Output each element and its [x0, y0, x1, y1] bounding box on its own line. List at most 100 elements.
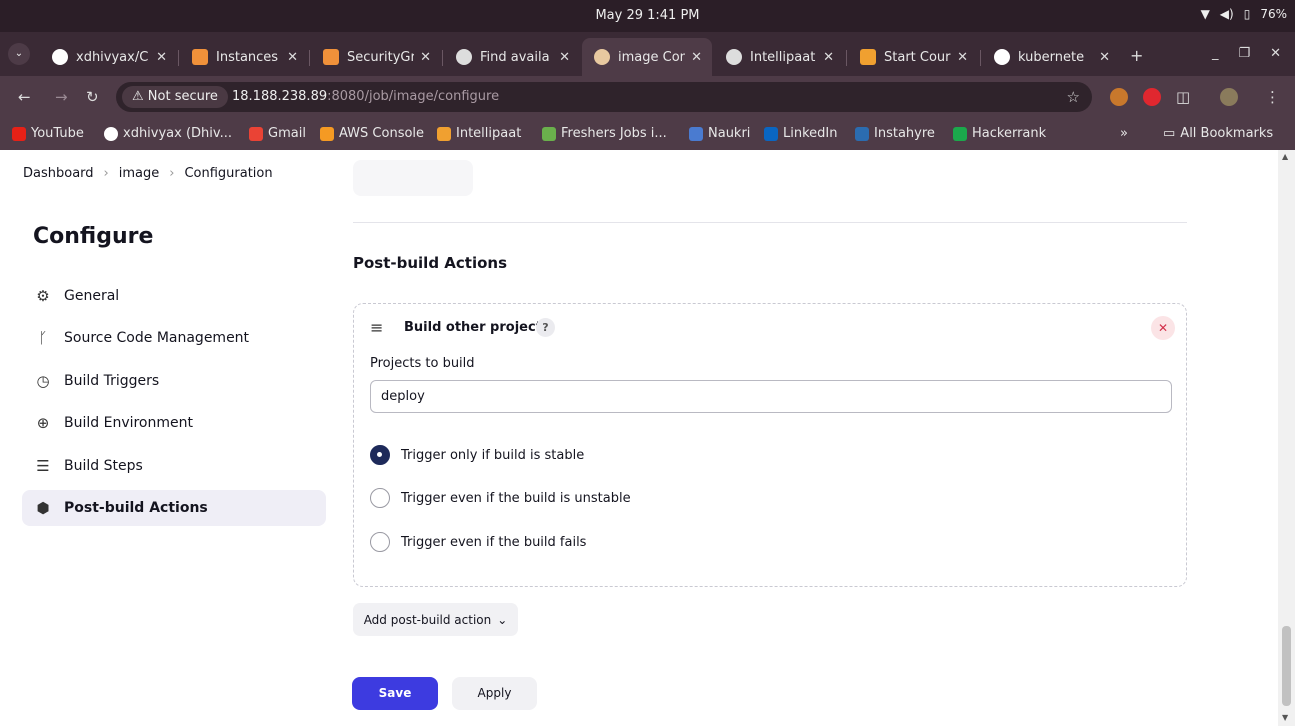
intellipaat-icon	[860, 49, 876, 65]
save-button[interactable]: Save	[352, 677, 438, 710]
bookmark-freshers-jobs[interactable]: Freshers Jobs i...	[542, 126, 667, 141]
tab-image-config[interactable]: image Con ✕	[582, 38, 712, 76]
naukri-icon	[689, 126, 703, 141]
new-tab-button[interactable]: +	[1130, 46, 1143, 65]
sidebar-item-build-environment[interactable]: ⊕ Build Environment	[22, 405, 326, 441]
not-secure-badge[interactable]: ⚠ Not secure	[122, 86, 228, 108]
instahyre-icon	[855, 126, 869, 141]
os-status-area[interactable]: ▼ ◀) ▯ 76%	[1201, 7, 1287, 21]
restore-icon[interactable]: ❐	[1238, 46, 1250, 61]
close-icon[interactable]: ✕	[420, 50, 431, 65]
breadcrumb-dashboard[interactable]: Dashboard	[23, 166, 94, 181]
close-icon[interactable]: ✕	[287, 50, 298, 65]
sidebar-item-build-triggers[interactable]: ◷ Build Triggers	[22, 363, 326, 399]
window-close-icon[interactable]: ✕	[1270, 46, 1281, 61]
close-icon[interactable]: ✕	[823, 50, 834, 65]
tab-search-icon[interactable]: ⌄	[8, 43, 30, 65]
address-bar[interactable]: ⚠ Not secure 18.188.238.89:8080/job/imag…	[116, 82, 1092, 112]
folder-icon: ▭	[1163, 126, 1176, 141]
build-other-projects-card: ≡ Build other projects ? ✕ Projects to b…	[353, 303, 1187, 587]
extensions-puzzle-icon[interactable]: ◫	[1176, 88, 1190, 106]
chevron-right-icon: ›	[169, 166, 175, 181]
tab-security-groups[interactable]: SecurityGr ✕	[311, 38, 441, 76]
sidebar-item-source-code-management[interactable]: ᚴ Source Code Management	[22, 320, 326, 356]
tab-intellipaat[interactable]: Intellipaat ✕	[714, 38, 844, 76]
tab-github-repo[interactable]: xdhivyax/C ✕	[40, 38, 177, 76]
minimize-icon[interactable]: _	[1212, 46, 1219, 61]
sidebar-item-post-build-actions[interactable]: ⬢ Post-build Actions	[22, 490, 326, 526]
scroll-up-icon[interactable]: ▲	[1282, 152, 1288, 161]
bookmark-instahyre[interactable]: Instahyre	[855, 126, 935, 141]
close-icon[interactable]: ✕	[156, 50, 167, 65]
radio-trigger-stable[interactable]: Trigger only if build is stable	[370, 444, 584, 466]
all-bookmarks[interactable]: ▭ All Bookmarks	[1163, 126, 1273, 141]
freshers-icon	[542, 126, 556, 141]
drag-handle-icon[interactable]: ≡	[370, 318, 383, 337]
reload-icon[interactable]: ↻	[86, 88, 99, 106]
aws-icon	[192, 49, 208, 65]
forward-icon[interactable]: →	[55, 88, 68, 106]
bookmarks-overflow-icon[interactable]: »	[1120, 126, 1128, 141]
breadcrumb-job[interactable]: image	[119, 166, 160, 181]
help-icon[interactable]: ?	[536, 318, 555, 337]
volume-icon: ◀)	[1219, 7, 1234, 21]
extension-icon[interactable]	[1143, 88, 1161, 106]
apply-button[interactable]: Apply	[452, 677, 537, 710]
sidebar-item-build-steps[interactable]: ☰ Build Steps	[22, 448, 326, 484]
gmail-icon	[249, 126, 263, 141]
previous-section-button[interactable]	[353, 160, 473, 196]
bookmark-gmail[interactable]: Gmail	[249, 126, 306, 141]
close-icon[interactable]: ✕	[957, 50, 968, 65]
bookmark-linkedin[interactable]: LinkedIn	[764, 126, 837, 141]
wifi-icon: ▼	[1200, 7, 1210, 21]
github-icon	[104, 126, 118, 141]
bookmark-github[interactable]: xdhivyax (Dhiv...	[104, 126, 232, 141]
close-icon[interactable]: ✕	[1099, 50, 1110, 65]
radio-button-checked[interactable]	[370, 445, 390, 465]
radio-trigger-fails[interactable]: Trigger even if the build fails	[370, 531, 586, 553]
radio-trigger-unstable[interactable]: Trigger even if the build is unstable	[370, 487, 631, 509]
sidebar-item-general[interactable]: ⚙ General	[22, 278, 326, 314]
globe-icon	[456, 49, 472, 65]
breadcrumb-configuration[interactable]: Configuration	[184, 166, 272, 181]
linkedin-icon	[764, 126, 778, 141]
scrollbar-thumb[interactable]	[1282, 626, 1291, 706]
url-text[interactable]: 18.188.238.89:8080/job/image/configure	[232, 89, 499, 104]
bookmark-naukri[interactable]: Naukri	[689, 126, 750, 141]
tab-start-course[interactable]: Start Cour ✕	[848, 38, 978, 76]
battery-icon: ▯	[1243, 7, 1251, 21]
globe-icon	[726, 49, 742, 65]
scroll-down-icon[interactable]: ▼	[1282, 713, 1288, 722]
bookmark-star-icon[interactable]: ☆	[1067, 88, 1080, 106]
tab-instances[interactable]: Instances | ✕	[180, 38, 308, 76]
youtube-icon	[12, 126, 26, 141]
tab-find-available[interactable]: Find availa ✕	[444, 38, 580, 76]
menu-kebab-icon[interactable]: ⋮	[1265, 88, 1280, 106]
intellipaat-icon	[437, 126, 451, 141]
extension-icon[interactable]	[1110, 88, 1128, 106]
close-icon[interactable]: ✕	[691, 50, 702, 65]
page-scrollbar[interactable]: ▲ ▼	[1278, 150, 1295, 726]
section-title: Post-build Actions	[353, 254, 508, 272]
aws-icon	[320, 126, 334, 141]
globe-icon: ⊕	[36, 414, 50, 432]
close-icon[interactable]: ✕	[559, 50, 570, 65]
radio-button[interactable]	[370, 488, 390, 508]
bookmark-youtube[interactable]: YouTube	[12, 126, 84, 141]
bookmark-hackerrank[interactable]: Hackerrank	[953, 126, 1046, 141]
radio-button[interactable]	[370, 532, 390, 552]
bookmark-intellipaat[interactable]: Intellipaat	[437, 126, 521, 141]
delete-action-button[interactable]: ✕	[1151, 316, 1175, 340]
window-controls: _ ❐ ✕	[1212, 46, 1281, 61]
back-icon[interactable]: ←	[18, 88, 31, 106]
card-title: Build other projects	[404, 320, 550, 335]
tab-kubernetes[interactable]: kubernete ✕	[982, 38, 1120, 76]
os-clock: May 29 1:41 PM	[595, 8, 700, 23]
bookmark-aws-console[interactable]: AWS Console	[320, 126, 424, 141]
jenkins-icon	[594, 49, 610, 65]
add-post-build-action-button[interactable]: Add post-build action ⌄	[353, 603, 518, 636]
profile-avatar[interactable]	[1220, 88, 1238, 106]
projects-to-build-input[interactable]	[370, 380, 1172, 413]
github-icon	[52, 49, 68, 65]
breadcrumb: Dashboard › image › Configuration	[23, 166, 273, 181]
